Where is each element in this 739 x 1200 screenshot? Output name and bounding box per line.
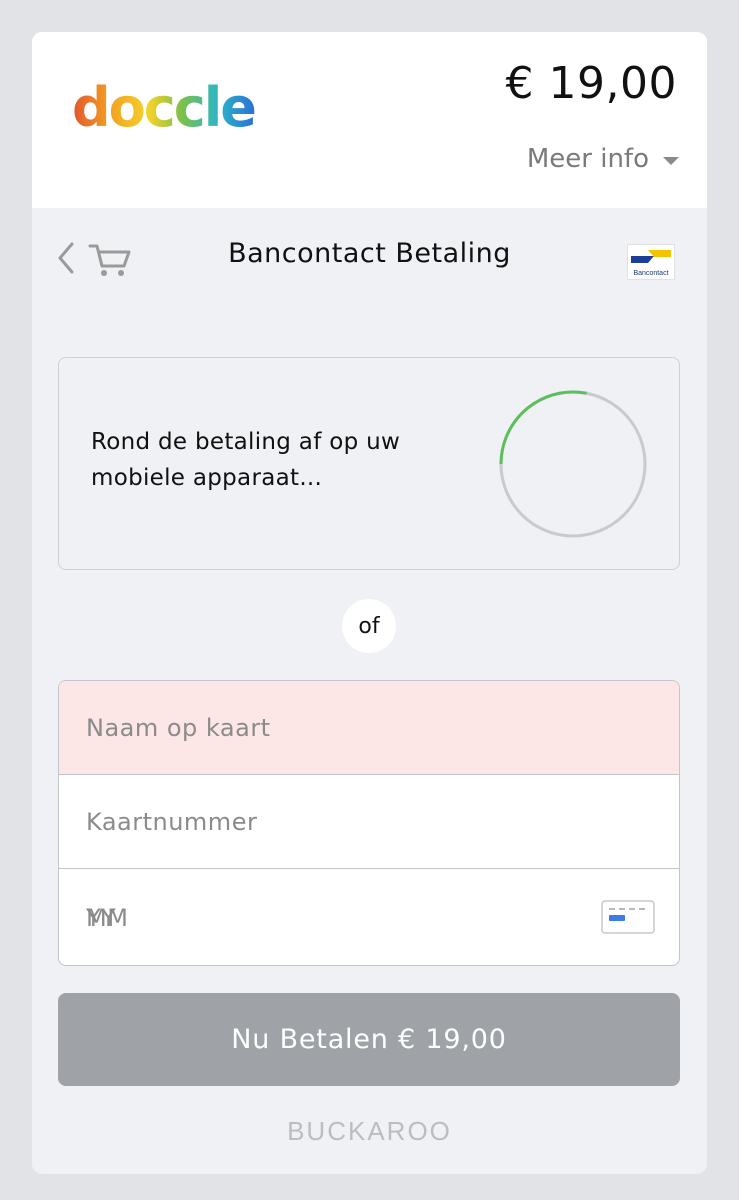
nav-bar: Bancontact Betaling Bancontact <box>32 208 707 308</box>
card-cvc-icon <box>601 900 655 934</box>
or-separator: of <box>342 599 396 653</box>
card-number-input[interactable] <box>59 775 679 868</box>
card-name-input[interactable] <box>59 681 679 774</box>
doccle-logo: doccle <box>72 76 257 134</box>
card-expiry-row <box>59 870 679 965</box>
pay-now-button[interactable]: Nu Betalen € 19,00 <box>58 993 680 1086</box>
page-title: Bancontact Betaling <box>228 238 511 269</box>
mobile-payment-panel: Rond de betaling af op uw mobiele appara… <box>58 357 680 570</box>
buckaroo-footer-logo: BUCKAROO <box>287 1116 452 1146</box>
card-number-row <box>59 775 679 869</box>
chevron-down-icon <box>663 157 679 165</box>
meer-info-toggle[interactable]: Meer info <box>527 144 679 174</box>
total-amount: € 19,00 <box>505 58 677 109</box>
card-form <box>58 680 680 966</box>
bancontact-logo-text: Bancontact <box>633 270 669 277</box>
mobile-payment-message: Rond de betaling af op uw mobiele appara… <box>91 429 401 491</box>
bancontact-logo: Bancontact <box>627 244 675 280</box>
card-name-row <box>59 681 679 775</box>
doccle-logo-text: doccle <box>72 76 255 134</box>
loading-spinner-icon <box>499 390 647 538</box>
meer-info-label: Meer info <box>526 144 649 174</box>
expiry-year-input[interactable] <box>59 870 679 965</box>
header: doccle € 19,00 Meer info <box>32 32 707 208</box>
payment-card: doccle € 19,00 Meer info Bancontact Beta… <box>32 32 707 1174</box>
